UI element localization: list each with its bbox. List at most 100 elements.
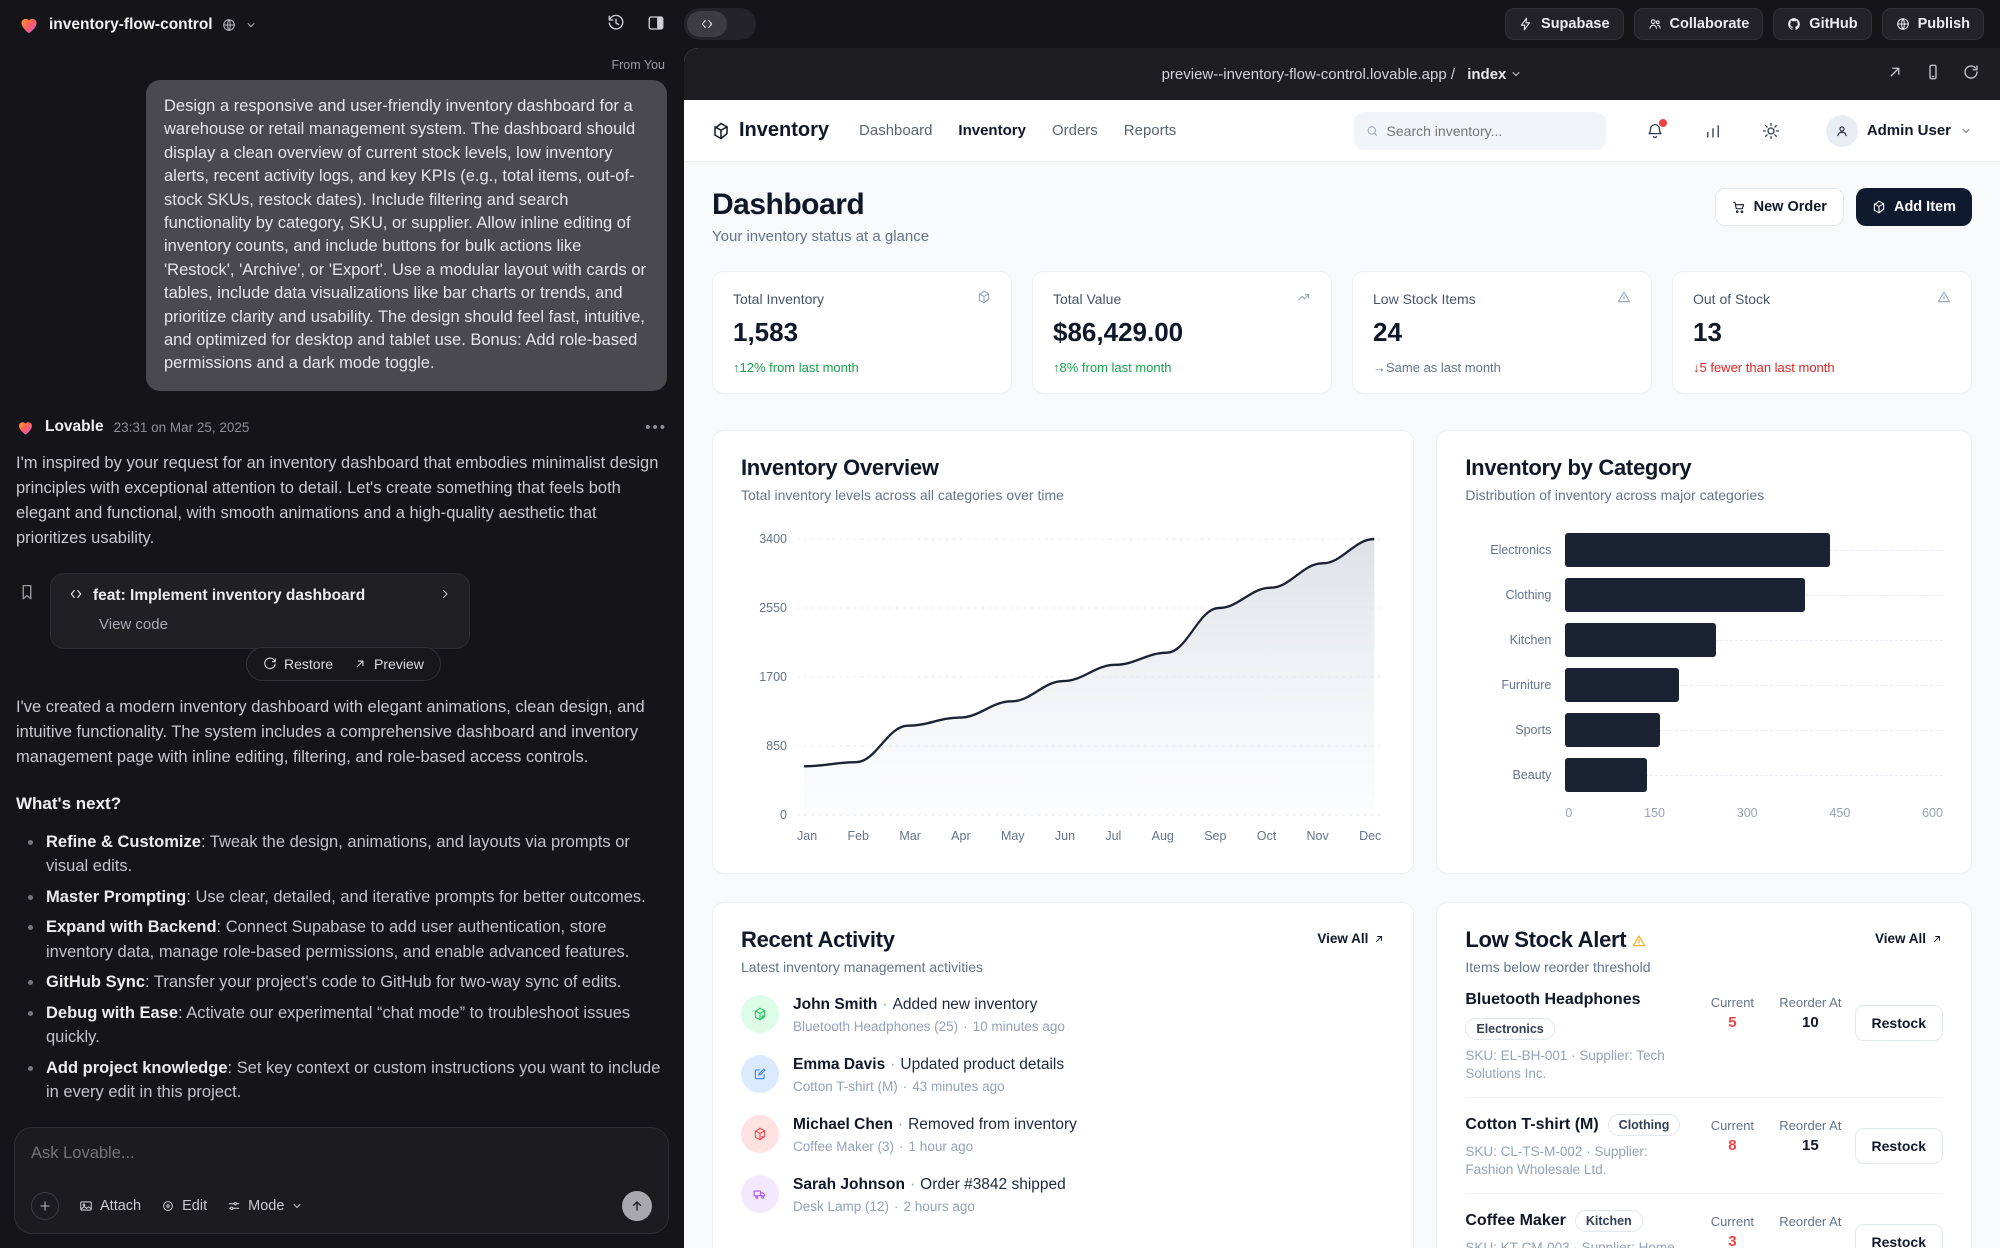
activity-item: Michael Chen·Removed from inventory Coff…	[741, 1115, 1385, 1154]
restore-button[interactable]: Restore	[263, 656, 333, 672]
assistant-name: Lovable	[45, 418, 104, 436]
chart-subtitle: Total inventory levels across all catego…	[741, 487, 1385, 503]
restock-button[interactable]: Restock	[1855, 1128, 1943, 1164]
bar-label: Electronics	[1465, 543, 1551, 557]
chevron-down-icon[interactable]	[245, 19, 257, 31]
code-icon	[687, 11, 727, 37]
nav-orders[interactable]: Orders	[1052, 122, 1098, 139]
add-item-button[interactable]: Add Item	[1856, 188, 1972, 226]
project-name[interactable]: inventory-flow-control	[49, 16, 213, 34]
nav-inventory[interactable]: Inventory	[958, 122, 1026, 139]
supabase-bolt-icon	[1519, 17, 1533, 31]
y-axis-label: 1700	[743, 670, 787, 684]
add-button[interactable]	[31, 1192, 59, 1220]
category-badge: Kitchen	[1575, 1210, 1643, 1232]
x-axis-label: 300	[1737, 806, 1758, 820]
from-you-label: From You	[16, 58, 665, 72]
assistant-intro: I'm inspired by your request for an inve…	[16, 451, 667, 551]
commit-card[interactable]: feat: Implement inventory dashboard View…	[50, 573, 470, 649]
user-menu[interactable]: Admin User	[1826, 115, 1972, 147]
package-icon	[712, 122, 730, 140]
panel-toggle-icon[interactable]	[647, 14, 665, 37]
search-input[interactable]	[1387, 123, 1594, 139]
mode-selector[interactable]: Mode	[227, 1198, 303, 1214]
publish-button[interactable]: Publish	[1882, 8, 1984, 40]
low-stock-row: Coffee MakerKitchen SKU: KT-CM-003 · Sup…	[1465, 1194, 1943, 1248]
bar	[1565, 623, 1716, 657]
restore-preview-pill: Restore Preview	[246, 647, 441, 681]
chevron-right-icon[interactable]	[439, 587, 451, 605]
activity-item: Emma Davis·Updated product details Cotto…	[741, 1055, 1385, 1094]
browser-chrome: preview--inventory-flow-control.lovable.…	[684, 48, 2000, 100]
x-axis-label: Feb	[847, 829, 869, 843]
page-subtitle: Your inventory status at a glance	[712, 228, 929, 245]
y-axis-label: 3400	[743, 532, 787, 546]
x-axis-label: Mar	[899, 829, 921, 843]
view-all-link[interactable]: View All	[1875, 931, 1943, 946]
nav-reports[interactable]: Reports	[1124, 122, 1177, 139]
notification-dot	[1659, 119, 1667, 127]
app-brand[interactable]: Inventory	[712, 119, 829, 142]
low-stock-subtitle: Items below reorder threshold	[1465, 959, 1650, 975]
restock-button[interactable]: Restock	[1855, 1005, 1943, 1041]
x-axis-label: Sep	[1204, 829, 1226, 843]
refresh-icon[interactable]	[1962, 63, 1980, 86]
edit-button[interactable]: Edit	[161, 1198, 207, 1214]
dashboard-content: Dashboard Your inventory status at a gla…	[684, 162, 2000, 1248]
activity-title: Recent Activity	[741, 927, 983, 953]
attach-button[interactable]: Attach	[79, 1198, 141, 1214]
analytics-icon[interactable]	[1704, 122, 1722, 140]
bar-label: Beauty	[1465, 768, 1551, 782]
open-external-icon[interactable]	[1886, 63, 1904, 86]
kpi-total-value: Total Value $86,429.00 ↑8% from last mon…	[1032, 271, 1332, 394]
search-icon	[1366, 124, 1379, 138]
low-stock-row: Bluetooth HeadphonesElectronics SKU: EL-…	[1465, 975, 1943, 1098]
x-axis-label: Nov	[1307, 829, 1329, 843]
assistant-summary: I've created a modern inventory dashboar…	[16, 695, 667, 770]
target-icon	[161, 1199, 175, 1213]
mobile-view-icon[interactable]	[1924, 63, 1942, 86]
new-order-button[interactable]: New Order	[1715, 188, 1844, 226]
bookmark-icon[interactable]	[18, 583, 36, 606]
message-menu-icon[interactable]: •••	[645, 419, 667, 436]
theme-toggle-sun-icon[interactable]	[1762, 122, 1780, 140]
bar-row: Sports	[1465, 713, 1943, 747]
preview-button[interactable]: Preview	[353, 656, 424, 672]
bar	[1565, 533, 1829, 567]
x-axis-label: Jan	[797, 829, 817, 843]
github-button[interactable]: GitHub	[1773, 8, 1871, 40]
breadcrumb: index	[1467, 66, 1506, 83]
package-plus-icon	[741, 995, 779, 1033]
url-bar[interactable]: preview--inventory-flow-control.lovable.…	[1162, 66, 1523, 83]
recent-activity-card: Recent Activity Latest inventory managem…	[712, 902, 1414, 1248]
app-navbar: Inventory Dashboard Inventory Orders Rep…	[684, 100, 2000, 162]
low-stock-title: Low Stock Alert	[1465, 927, 1650, 953]
category-badge: Electronics	[1465, 1018, 1554, 1040]
view-code-link[interactable]: View code	[99, 616, 451, 633]
x-axis-label: Apr	[951, 829, 970, 843]
supabase-button[interactable]: Supabase	[1505, 8, 1624, 40]
alert-triangle-icon	[1617, 290, 1631, 307]
search-box[interactable]	[1354, 112, 1606, 150]
chat-scroll-area[interactable]: From You Design a responsive and user-fr…	[0, 50, 683, 1123]
restock-button[interactable]: Restock	[1855, 1224, 1943, 1248]
view-all-link[interactable]: View All	[1317, 931, 1385, 946]
list-item: GitHub Sync: Transfer your project's cod…	[16, 970, 667, 995]
send-button[interactable]	[622, 1191, 652, 1221]
list-item: Debug with Ease: Activate our experiment…	[16, 1001, 667, 1050]
chevron-down-icon	[1960, 125, 1972, 137]
notifications-bell[interactable]	[1646, 122, 1664, 140]
commit-block: feat: Implement inventory dashboard View…	[18, 573, 667, 649]
collaborate-button[interactable]: Collaborate	[1634, 8, 1764, 40]
bar	[1565, 713, 1659, 747]
bar-row: Clothing	[1465, 578, 1943, 612]
kpi-row: Total Inventory 1,583 ↑12% from last mon…	[712, 271, 1972, 394]
code-view-toggle[interactable]	[684, 8, 756, 40]
kpi-delta: ↑8% from last month	[1053, 360, 1311, 375]
globe-icon	[1896, 17, 1910, 31]
nav-dashboard[interactable]: Dashboard	[859, 122, 932, 139]
kpi-total-inventory: Total Inventory 1,583 ↑12% from last mon…	[712, 271, 1012, 394]
history-icon[interactable]	[607, 14, 625, 37]
chat-input[interactable]	[31, 1144, 652, 1163]
list-item: Refine & Customize: Tweak the design, an…	[16, 830, 667, 879]
